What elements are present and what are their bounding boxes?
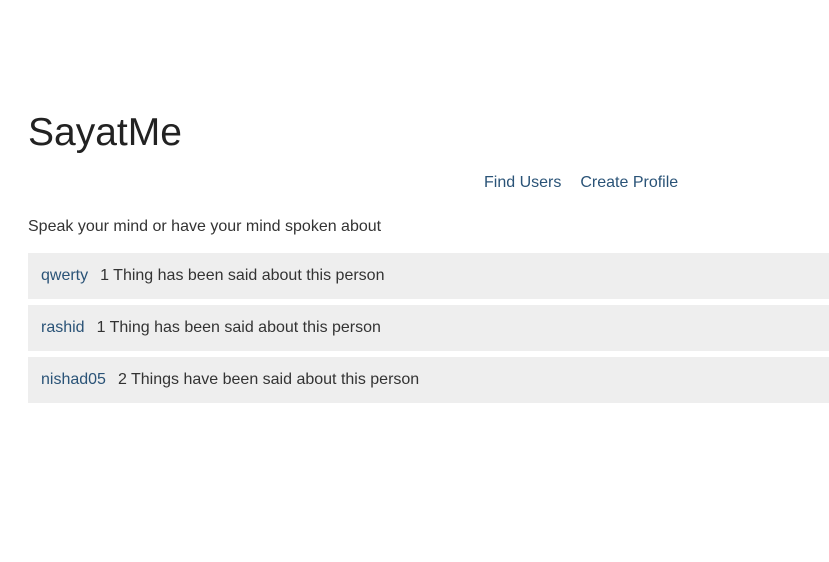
user-row: qwerty 1 Thing has been said about this … (28, 253, 829, 299)
site-title: SayatMe (28, 111, 182, 154)
user-list: qwerty 1 Thing has been said about this … (28, 253, 829, 409)
tagline: Speak your mind or have your mind spoken… (28, 218, 382, 235)
said-count-text: 1 Thing has been said about this person (100, 267, 385, 284)
user-row: nishad05 2 Things have been said about t… (28, 357, 829, 403)
page: SayatMe Find Users Create Profile Speak … (0, 0, 829, 562)
username-link[interactable]: qwerty (41, 265, 88, 287)
find-users-link[interactable]: Find Users (484, 172, 561, 194)
username-link[interactable]: nishad05 (41, 369, 106, 391)
said-count-text: 2 Things have been said about this perso… (117, 371, 420, 388)
top-nav: Find Users Create Profile (484, 172, 678, 194)
create-profile-link[interactable]: Create Profile (580, 172, 678, 194)
user-row: rashid 1 Thing has been said about this … (28, 305, 829, 351)
said-count-text: 1 Thing has been said about this person (96, 319, 381, 336)
username-link[interactable]: rashid (41, 317, 85, 339)
